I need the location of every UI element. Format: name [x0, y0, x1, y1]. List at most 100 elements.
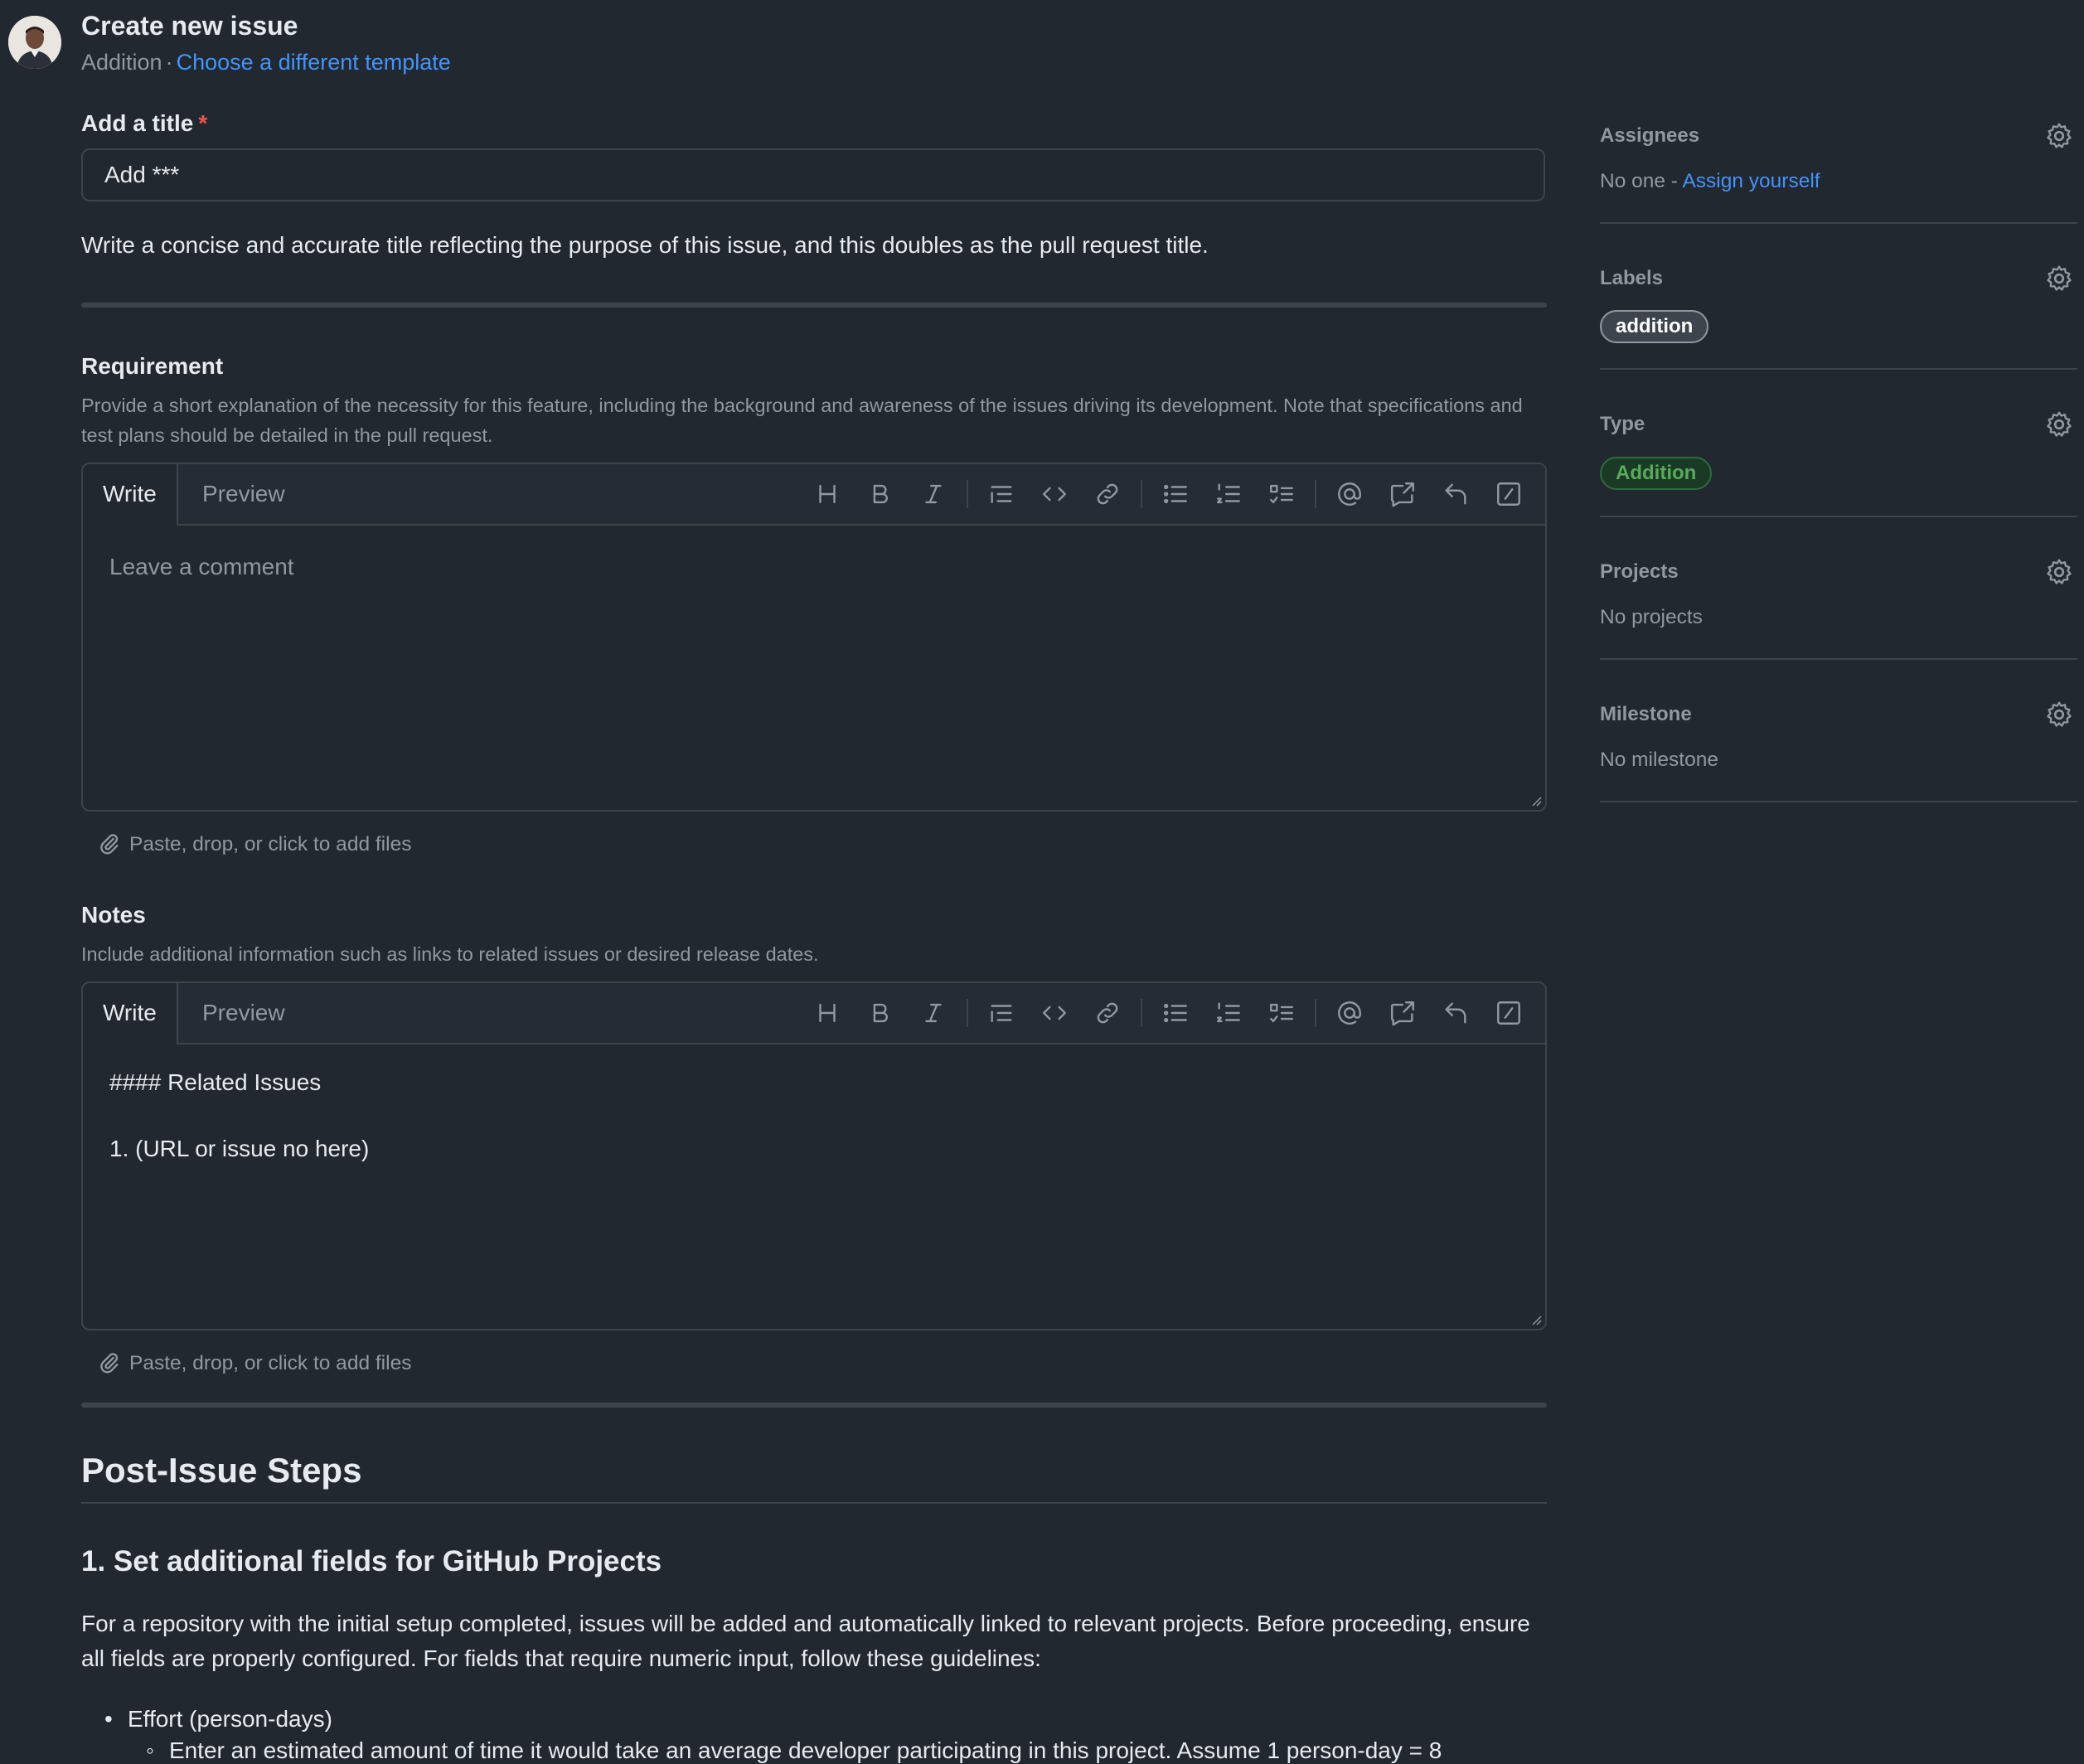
- sidebar-section-assignees: Assignees No one - Assign yourself: [1600, 108, 2077, 224]
- requirement-textarea[interactable]: [83, 526, 1545, 812]
- title-label-text: Add a title: [81, 110, 194, 136]
- link-button[interactable]: [1081, 471, 1134, 517]
- label-pill[interactable]: addition: [1600, 310, 1709, 343]
- toolbar-separator: [1315, 480, 1316, 508]
- gear-icon[interactable]: [2044, 264, 2074, 293]
- title-label: Add a title *: [81, 110, 207, 137]
- required-marker: *: [198, 110, 208, 136]
- code-icon: [1043, 1006, 1066, 1020]
- task-list-icon: [1270, 1003, 1293, 1023]
- heading-icon: [819, 1003, 836, 1023]
- assign-yourself-link[interactable]: Assign yourself: [1682, 170, 1820, 192]
- cross-reference-button[interactable]: [1376, 990, 1429, 1036]
- sub-bullet-marker: ◦: [146, 1737, 154, 1763]
- bulleted-list-button[interactable]: [1149, 990, 1202, 1036]
- task-list-button[interactable]: [1255, 990, 1308, 1036]
- slash-command-button[interactable]: [1482, 471, 1535, 517]
- bold-icon: [873, 1003, 888, 1023]
- post-issue-heading: Post-Issue Steps: [81, 1451, 362, 1490]
- numbered-list-button[interactable]: [1202, 990, 1255, 1036]
- gear-icon[interactable]: [2044, 410, 2074, 439]
- template-info: Addition · Choose a different template: [81, 50, 451, 75]
- sub-list-item: ◦ Enter an estimated amount of time it wo…: [146, 1737, 1442, 1764]
- bulleted-list-icon: [1164, 484, 1187, 504]
- assignees-value: No one - Assign yourself: [1600, 170, 1820, 193]
- resize-handle-icon[interactable]: [1530, 795, 1542, 807]
- type-pill[interactable]: Addition: [1600, 457, 1713, 490]
- tab-write[interactable]: Write: [83, 983, 178, 1044]
- numbered-list-button[interactable]: [1202, 471, 1255, 517]
- attach-files[interactable]: Paste, drop, or click to add files: [98, 1352, 411, 1375]
- italic-icon: [925, 1003, 942, 1023]
- code-icon: [1043, 487, 1066, 502]
- sidebar-section-projects: Projects No projects: [1600, 517, 2077, 660]
- cross-reference-icon: [1391, 1001, 1414, 1026]
- tab-preview[interactable]: Preview: [182, 983, 305, 1044]
- requirement-editor: Write Preview: [81, 463, 1547, 812]
- avatar[interactable]: [8, 16, 61, 69]
- italic-icon: [925, 484, 942, 504]
- page-title: Create new issue: [81, 11, 298, 41]
- slash-command-button[interactable]: [1482, 990, 1535, 1036]
- quote-button[interactable]: [975, 990, 1028, 1036]
- gear-icon[interactable]: [2044, 557, 2074, 587]
- notes-label: Notes: [81, 902, 146, 928]
- quote-icon: [991, 486, 1012, 504]
- resize-handle-icon[interactable]: [1530, 1314, 1542, 1325]
- title-description: Write a concise and accurate title refle…: [81, 232, 1209, 258]
- gear-icon[interactable]: [2044, 700, 2074, 729]
- task-list-button[interactable]: [1255, 471, 1308, 517]
- saved-reply-button[interactable]: [1429, 990, 1482, 1036]
- attach-files-label: Paste, drop, or click to add files: [129, 1352, 412, 1374]
- toolbar-separator: [1141, 999, 1142, 1027]
- milestone-heading: Milestone: [1600, 703, 1692, 725]
- bulleted-list-button[interactable]: [1149, 471, 1202, 517]
- italic-button[interactable]: [907, 471, 960, 517]
- cross-reference-icon: [1391, 482, 1414, 507]
- sidebar: Assignees No one - Assign yourself Label…: [1600, 0, 2077, 812]
- bold-button[interactable]: [854, 471, 907, 517]
- saved-reply-icon: [1445, 483, 1466, 505]
- italic-button[interactable]: [907, 990, 960, 1036]
- projects-heading: Projects: [1600, 560, 1679, 583]
- tab-write[interactable]: Write: [83, 464, 178, 526]
- list-item: Effort (person-days): [104, 1706, 332, 1732]
- choose-template-link[interactable]: Choose a different template: [177, 50, 451, 75]
- toolbar-separator: [967, 480, 968, 508]
- code-button[interactable]: [1028, 471, 1081, 517]
- sidebar-section-labels: Labels addition: [1600, 224, 2077, 370]
- step1-heading: 1. Set additional fields for GitHub Proj…: [81, 1545, 662, 1577]
- gear-icon[interactable]: [2044, 121, 2074, 151]
- bold-button[interactable]: [854, 990, 907, 1036]
- attach-files-label: Paste, drop, or click to add files: [129, 833, 412, 855]
- sidebar-section-type: Type Addition: [1600, 370, 2077, 517]
- labels-heading: Labels: [1600, 267, 1664, 289]
- section-divider: [81, 303, 1547, 308]
- notes-editor: Write Preview #### Related Issues 1. (UR…: [81, 981, 1547, 1330]
- formatting-tools: [801, 983, 1535, 1043]
- quote-button[interactable]: [975, 471, 1028, 517]
- formatting-tools: [801, 464, 1535, 524]
- task-list-icon: [1270, 484, 1293, 504]
- code-button[interactable]: [1028, 990, 1081, 1036]
- mention-button[interactable]: [1323, 471, 1376, 517]
- sub-list-item-text: Enter an estimated amount of time it wou…: [168, 1737, 1442, 1763]
- mention-button[interactable]: [1323, 990, 1376, 1036]
- attach-files[interactable]: Paste, drop, or click to add files: [98, 833, 411, 856]
- tab-preview[interactable]: Preview: [182, 464, 305, 526]
- cross-reference-button[interactable]: [1376, 471, 1429, 517]
- section-divider: [81, 1403, 1547, 1408]
- saved-reply-button[interactable]: [1429, 471, 1482, 517]
- title-input[interactable]: [81, 148, 1545, 201]
- link-icon: [1097, 1002, 1118, 1024]
- link-button[interactable]: [1081, 990, 1134, 1036]
- sidebar-section-milestone: Milestone No milestone: [1600, 660, 2077, 802]
- toolbar-separator: [967, 999, 968, 1027]
- heading-button[interactable]: [801, 990, 854, 1036]
- heading-button[interactable]: [801, 471, 854, 517]
- heading-rule: [81, 1502, 1547, 1504]
- numbered-list-icon: [1217, 1002, 1240, 1023]
- notes-textarea[interactable]: #### Related Issues 1. (URL or issue no …: [83, 1044, 1545, 1330]
- mention-icon: [1338, 1001, 1361, 1025]
- editor-toolbar: Write Preview: [83, 464, 1545, 526]
